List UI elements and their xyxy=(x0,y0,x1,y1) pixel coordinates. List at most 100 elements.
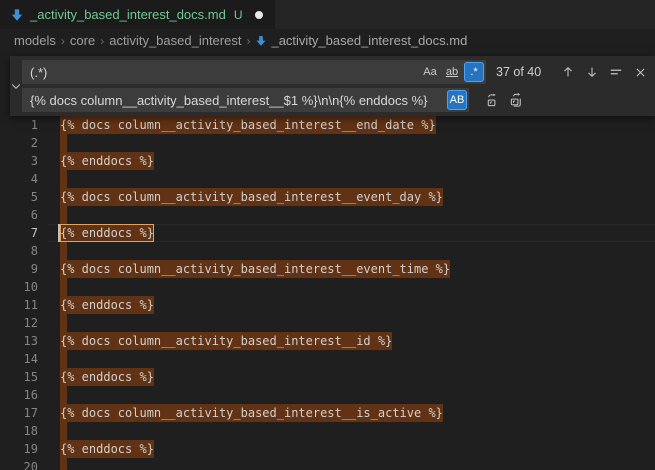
regex-button[interactable]: .* xyxy=(464,62,484,82)
editor-line[interactable]: 5 {% docs column__activity_based_interest… xyxy=(0,188,655,206)
line-content: {% enddocs %} xyxy=(48,224,655,242)
line-content xyxy=(48,314,655,332)
editor-line[interactable]: 7{% enddocs %} xyxy=(0,224,655,242)
line-content: {% enddocs %} xyxy=(48,368,655,386)
replace-all-icon xyxy=(509,93,524,108)
line-number: 19 xyxy=(0,440,48,458)
find-match xyxy=(60,422,67,440)
line-content xyxy=(48,242,655,260)
chevron-separator-icon: › xyxy=(246,34,250,48)
find-match xyxy=(60,170,67,188)
replace-icon xyxy=(485,93,500,108)
editor-line[interactable]: 13{% docs column__activity_based_interes… xyxy=(0,332,655,350)
find-input[interactable]: (.*) Aa ab .* xyxy=(22,60,486,84)
find-in-selection-button[interactable] xyxy=(605,61,627,83)
arrow-up-icon xyxy=(561,65,575,79)
line-number: 10 xyxy=(0,278,48,296)
find-match xyxy=(60,206,67,224)
editor-line[interactable]: 4 xyxy=(0,170,655,188)
line-number: 16 xyxy=(0,386,48,404)
line-number: 2 xyxy=(0,134,48,152)
breadcrumb-item-core[interactable]: core xyxy=(70,33,95,48)
line-content xyxy=(48,278,655,296)
line-number: 3 xyxy=(0,152,48,170)
line-content: {% docs column__activity_based_interest_… xyxy=(48,260,655,278)
find-match: {% enddocs %} xyxy=(60,296,154,314)
tab-active-file[interactable]: _activity_based_interest_docs.md U xyxy=(0,0,275,29)
preserve-case-button[interactable]: AB xyxy=(447,90,467,110)
line-content xyxy=(48,422,655,440)
toggle-replace-button[interactable] xyxy=(10,56,22,116)
editor: (.*) Aa ab .* 37 of 40 xyxy=(0,52,655,470)
chevron-down-icon xyxy=(10,80,22,92)
editor-line[interactable]: 16 xyxy=(0,386,655,404)
editor-line[interactable]: 20 xyxy=(0,458,655,470)
line-number: 11 xyxy=(0,296,48,314)
previous-match-button[interactable] xyxy=(557,61,579,83)
replace-button[interactable] xyxy=(481,89,503,111)
replace-input[interactable]: {% docs column__activity_based_interest_… xyxy=(22,88,469,112)
line-content: {% enddocs %} xyxy=(48,296,655,314)
whole-word-button[interactable]: ab xyxy=(442,62,462,82)
line-content xyxy=(48,134,655,152)
line-number: 1 xyxy=(0,116,48,134)
editor-line[interactable]: 1 {% docs column__activity_based_interest… xyxy=(0,116,655,134)
editor-line[interactable]: 8 xyxy=(0,242,655,260)
editor-line[interactable]: 17 {% docs column__activity_based_interes… xyxy=(0,404,655,422)
find-match: {% docs column__activity_based_interest_… xyxy=(60,188,443,206)
line-number: 17 xyxy=(0,404,48,422)
editor-line[interactable]: 18 xyxy=(0,422,655,440)
breadcrumb-item-models[interactable]: models xyxy=(14,33,56,48)
line-content xyxy=(48,458,655,470)
next-match-button[interactable] xyxy=(581,61,603,83)
line-number: 13 xyxy=(0,332,48,350)
editor-line[interactable]: 12 xyxy=(0,314,655,332)
find-match xyxy=(60,350,67,368)
unsaved-changes-dot[interactable] xyxy=(255,11,263,19)
editor-line[interactable]: 3{% enddocs %} xyxy=(0,152,655,170)
editor-line[interactable]: 9 {% docs column__activity_based_interest… xyxy=(0,260,655,278)
find-match xyxy=(60,242,67,260)
editor-line[interactable]: 19{% enddocs %} xyxy=(0,440,655,458)
find-input-value: (.*) xyxy=(30,65,418,80)
editor-line[interactable]: 14 xyxy=(0,350,655,368)
dbt-docs-file-icon xyxy=(10,8,24,22)
line-content: {% docs column__activity_based_interest_… xyxy=(48,404,655,422)
editor-line[interactable]: 10 xyxy=(0,278,655,296)
find-match: {% docs column__activity_based_interest_… xyxy=(60,260,450,278)
line-content xyxy=(48,170,655,188)
find-match: {% docs column__activity_based_interest_… xyxy=(60,404,443,422)
editor-line[interactable]: 15{% enddocs %} xyxy=(0,368,655,386)
breadcrumb-item-activity-based-interest[interactable]: activity_based_interest xyxy=(109,33,241,48)
line-content: {% enddocs %} xyxy=(48,152,655,170)
line-number: 14 xyxy=(0,350,48,368)
find-match xyxy=(60,458,67,470)
line-number: 18 xyxy=(0,422,48,440)
chevron-separator-icon: › xyxy=(61,34,65,48)
selection-lines-icon xyxy=(609,65,623,79)
find-match xyxy=(60,278,67,296)
find-match: {% docs column__activity_based_interest_… xyxy=(60,116,436,134)
code-area[interactable]: 1 {% docs column__activity_based_interest… xyxy=(0,116,655,470)
line-number: 9 xyxy=(0,260,48,278)
line-content xyxy=(48,206,655,224)
find-match xyxy=(60,134,67,152)
editor-line[interactable]: 11 {% enddocs %} xyxy=(0,296,655,314)
replace-input-value: {% docs column__activity_based_interest_… xyxy=(30,93,445,108)
line-number: 5 xyxy=(0,188,48,206)
line-content xyxy=(48,386,655,404)
current-find-match: {% enddocs %} xyxy=(60,224,154,242)
tab-bar: _activity_based_interest_docs.md U xyxy=(0,0,655,29)
find-match xyxy=(60,386,67,404)
breadcrumb: models › core › activity_based_interest … xyxy=(0,29,655,52)
git-untracked-badge: U xyxy=(234,8,243,22)
text-cursor xyxy=(58,224,60,242)
replace-all-button[interactable] xyxy=(505,89,527,111)
line-number: 15 xyxy=(0,368,48,386)
editor-line[interactable]: 6 xyxy=(0,206,655,224)
match-case-button[interactable]: Aa xyxy=(420,62,440,82)
editor-line[interactable]: 2 xyxy=(0,134,655,152)
breadcrumb-item-file[interactable]: _activity_based_interest_docs.md xyxy=(271,33,467,48)
line-number: 8 xyxy=(0,242,48,260)
close-button[interactable] xyxy=(629,61,651,83)
